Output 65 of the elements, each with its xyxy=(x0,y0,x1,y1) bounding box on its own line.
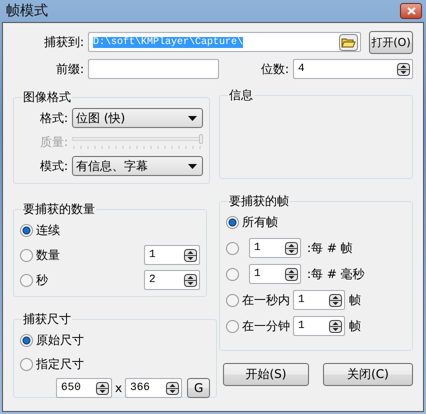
spinner-icon[interactable] xyxy=(329,294,342,306)
radio-button[interactable] xyxy=(226,320,239,332)
mode-dropdown[interactable]: 有信息、字幕 xyxy=(72,156,203,176)
group-title: 要捕获的数量 xyxy=(22,201,96,218)
field-label: 位数: xyxy=(260,60,290,78)
group-title: 信息 xyxy=(228,87,254,104)
unit-label: :每 # 毫秒 xyxy=(306,266,366,282)
dropdown-caret-icon[interactable] xyxy=(188,116,197,120)
spin-field[interactable]: 1 xyxy=(249,264,301,284)
open-button[interactable]: 打开(O) xyxy=(369,30,413,54)
spinner-icon[interactable] xyxy=(184,248,197,262)
format-dropdown[interactable]: 位图 (快) xyxy=(72,108,203,128)
radio-label[interactable]: 在一分钟 xyxy=(242,318,290,334)
group-title: 要捕获的帧 xyxy=(228,193,290,210)
spinner-icon[interactable] xyxy=(96,382,109,394)
spinner-icon[interactable] xyxy=(166,382,180,394)
radio-button[interactable] xyxy=(226,294,239,306)
height-spin-field[interactable]: 366 xyxy=(125,378,182,398)
unit-label: 帧 xyxy=(348,318,362,334)
g-button[interactable]: G xyxy=(187,378,210,398)
radio-label[interactable]: 原始尺寸 xyxy=(36,332,84,348)
field-label: 捕获到: xyxy=(42,34,85,50)
field-label: 模式: xyxy=(38,158,69,174)
radio-label[interactable]: 在一秒内 xyxy=(242,292,290,308)
dialog-button[interactable]: 开始(S) xyxy=(223,363,309,386)
radio-label[interactable]: 数量 xyxy=(36,246,60,264)
close-button[interactable] xyxy=(400,3,422,19)
radio-button[interactable] xyxy=(20,358,33,370)
radio-button[interactable] xyxy=(20,248,33,262)
field-label: 格式: xyxy=(38,110,69,126)
dialog-button[interactable]: 关闭(C) xyxy=(323,363,413,386)
radio-button[interactable] xyxy=(226,242,239,254)
radio-button[interactable] xyxy=(226,216,239,228)
unit-label: 帧 xyxy=(348,292,362,308)
digits-spin-field[interactable]: 4 xyxy=(293,59,413,79)
spinner-icon[interactable] xyxy=(285,268,298,280)
times-sign: x xyxy=(114,381,124,395)
radio-label[interactable]: 指定尺寸 xyxy=(36,356,84,372)
radio-label[interactable]: 连续 xyxy=(36,222,60,238)
spinner-icon[interactable] xyxy=(329,320,342,332)
spin-field[interactable]: 1 xyxy=(293,290,345,310)
spin-field[interactable]: 2 xyxy=(144,270,200,290)
close-icon[interactable] xyxy=(406,7,416,15)
radio-button[interactable] xyxy=(20,274,33,286)
unit-label: :每 # 帧 xyxy=(306,240,354,256)
radio-label[interactable]: 所有帧 xyxy=(242,214,278,230)
spinner-icon[interactable] xyxy=(397,62,410,76)
field-label: 前缀: xyxy=(54,60,85,78)
spinner-icon[interactable] xyxy=(184,274,197,286)
group-title: 捕获尺寸 xyxy=(22,311,72,328)
folder-icon[interactable] xyxy=(339,34,358,50)
group-title: 图像格式 xyxy=(22,89,72,106)
radio-button[interactable] xyxy=(20,224,33,236)
spin-field[interactable]: 1 xyxy=(293,316,345,336)
radio-button[interactable] xyxy=(20,334,33,346)
prefix-field[interactable] xyxy=(88,59,219,79)
spinner-icon[interactable] xyxy=(285,242,298,254)
dropdown-caret-icon[interactable] xyxy=(188,164,197,168)
radio-button[interactable] xyxy=(226,268,239,280)
radio-label[interactable]: 秒 xyxy=(36,272,48,288)
window-title: 帧模式 xyxy=(6,2,48,20)
spin-field[interactable]: 1 xyxy=(249,238,301,258)
spin-field[interactable]: 1 xyxy=(144,245,200,265)
width-spin-field[interactable]: 650 xyxy=(56,378,112,398)
field-label: 质量: xyxy=(38,134,69,150)
